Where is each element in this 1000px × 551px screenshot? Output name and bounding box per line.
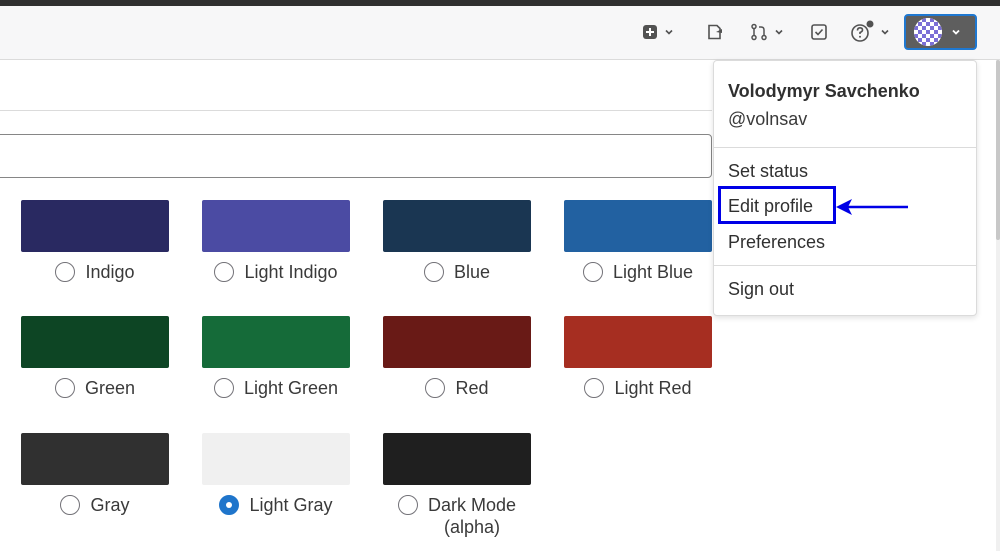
section-divider xyxy=(0,110,712,111)
chevron-down-icon xyxy=(775,29,783,35)
theme-label: Green xyxy=(84,378,136,398)
theme-label: Light Red xyxy=(614,378,692,398)
set-status-link[interactable]: Set status xyxy=(728,161,808,182)
sign-out-link[interactable]: Sign out xyxy=(728,279,794,300)
theme-label: Light Green xyxy=(243,378,339,398)
menu-divider xyxy=(714,265,976,266)
theme-swatch[interactable] xyxy=(564,200,712,252)
menu-divider xyxy=(714,147,976,148)
theme-swatch[interactable] xyxy=(564,316,712,368)
chevron-down-icon xyxy=(952,29,960,35)
theme-swatch[interactable] xyxy=(383,200,531,252)
theme-radio[interactable] xyxy=(55,262,76,282)
todos-button[interactable] xyxy=(810,20,828,44)
theme-option-light-gray[interactable]: Light Gray xyxy=(202,433,350,516)
user-full-name: Volodymyr Savchenko xyxy=(728,81,920,101)
theme-option-gray[interactable]: Gray xyxy=(21,433,169,516)
snippet-icon xyxy=(708,24,722,40)
theme-option-light-green[interactable]: Light Green xyxy=(202,316,350,399)
todo-check-icon xyxy=(811,24,827,40)
theme-radio-option[interactable]: Gray xyxy=(21,494,169,516)
text-input[interactable] xyxy=(0,134,712,178)
merge-request-icon xyxy=(751,23,767,41)
plus-square-icon xyxy=(643,25,657,39)
theme-swatch[interactable] xyxy=(21,316,169,368)
theme-label: Light Gray xyxy=(249,495,333,515)
theme-swatch[interactable] xyxy=(383,433,531,485)
preferences-link[interactable]: Preferences xyxy=(728,232,825,253)
annotation-arrow-icon xyxy=(836,199,908,215)
theme-option-green[interactable]: Green xyxy=(21,316,169,399)
theme-label: Gray xyxy=(90,495,130,515)
theme-option-light-red[interactable]: Light Red xyxy=(564,316,712,399)
theme-label: Light Indigo xyxy=(244,262,338,282)
theme-label: Red xyxy=(455,378,489,398)
theme-radio-option[interactable]: Light Blue xyxy=(564,261,712,283)
theme-swatch[interactable] xyxy=(21,200,169,252)
theme-option-blue[interactable]: Blue xyxy=(383,200,531,283)
theme-radio[interactable] xyxy=(60,495,81,515)
theme-swatch[interactable] xyxy=(202,316,350,368)
create-new-dropdown[interactable] xyxy=(642,20,675,44)
theme-radio-option[interactable]: Indigo xyxy=(21,261,169,283)
theme-label: Dark Mode (alpha) xyxy=(427,495,517,537)
theme-radio-option[interactable]: Light Gray xyxy=(202,494,350,516)
theme-radio[interactable] xyxy=(219,495,240,515)
theme-radio[interactable] xyxy=(213,378,234,398)
theme-radio-option[interactable]: Green xyxy=(21,377,169,399)
theme-swatch[interactable] xyxy=(202,433,350,485)
theme-radio-option[interactable]: Blue xyxy=(383,261,531,283)
snippets-button[interactable] xyxy=(706,20,724,44)
user-avatar xyxy=(914,18,942,46)
user-username: @volnsav xyxy=(728,109,808,129)
help-dropdown[interactable] xyxy=(850,18,891,46)
theme-option-light-indigo[interactable]: Light Indigo xyxy=(202,200,350,283)
annotation-highlight-box xyxy=(718,186,836,224)
theme-option-light-blue[interactable]: Light Blue xyxy=(564,200,712,283)
theme-radio[interactable] xyxy=(214,262,235,282)
theme-radio[interactable] xyxy=(54,378,75,398)
theme-radio[interactable] xyxy=(582,262,603,282)
theme-swatch[interactable] xyxy=(21,433,169,485)
theme-option-dark-mode[interactable]: Dark Mode (alpha) xyxy=(383,433,531,538)
theme-radio-option[interactable]: Light Red xyxy=(564,377,712,399)
theme-radio-option[interactable]: Light Green xyxy=(202,377,350,399)
question-circle-icon xyxy=(851,20,874,42)
user-menu-toggle[interactable] xyxy=(904,14,977,50)
scrollbar-thumb[interactable] xyxy=(996,60,1000,240)
theme-label: Light Blue xyxy=(612,262,694,282)
theme-swatch[interactable] xyxy=(202,200,350,252)
chevron-down-icon xyxy=(881,29,889,35)
theme-option-red[interactable]: Red xyxy=(383,316,531,399)
theme-radio-option[interactable]: Light Indigo xyxy=(202,261,350,283)
top-navbar xyxy=(0,6,1000,60)
chevron-down-icon xyxy=(665,29,673,35)
theme-option-indigo[interactable]: Indigo xyxy=(21,200,169,283)
theme-radio[interactable] xyxy=(423,262,444,282)
theme-radio-option[interactable]: Red xyxy=(383,377,531,399)
merge-requests-dropdown[interactable] xyxy=(750,20,785,44)
theme-radio[interactable] xyxy=(425,378,446,398)
theme-radio[interactable] xyxy=(397,495,418,515)
theme-label: Blue xyxy=(453,262,491,282)
theme-radio-option[interactable]: Dark Mode (alpha) xyxy=(383,494,531,538)
theme-swatch[interactable] xyxy=(383,316,531,368)
theme-label: Indigo xyxy=(85,262,135,282)
theme-radio[interactable] xyxy=(584,378,605,398)
